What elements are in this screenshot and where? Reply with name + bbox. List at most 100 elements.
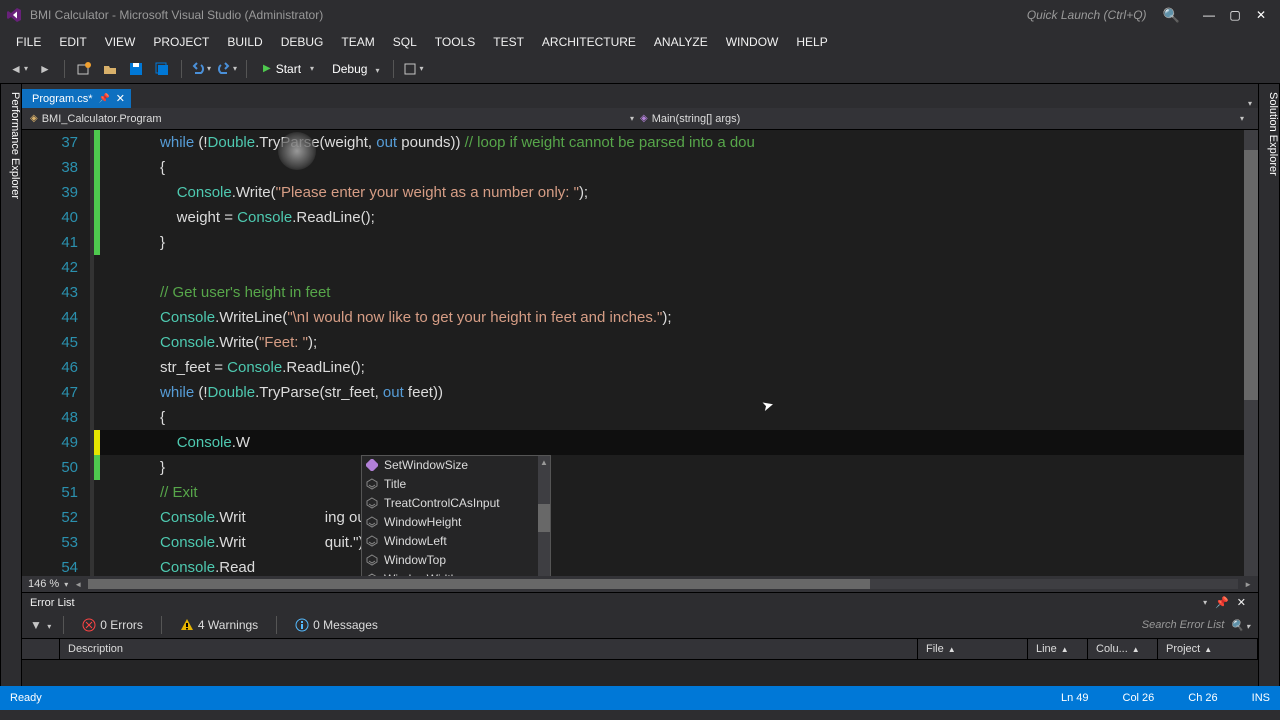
error-list-search-input[interactable]: Search Error List 🔍▾ (1070, 619, 1250, 632)
window-title: BMI Calculator - Microsoft Visual Studio… (30, 8, 1027, 22)
error-col-project[interactable]: Project▲ (1158, 639, 1258, 659)
code-editor[interactable]: 373839404142434445464748495051525354 ➤ w… (22, 130, 1258, 576)
error-col-icon[interactable] (22, 639, 60, 659)
search-icon[interactable]: 🔍 (1163, 7, 1180, 24)
code-line[interactable]: str_feet = Console.ReadLine(); (100, 355, 1244, 380)
error-list-body[interactable] (22, 660, 1258, 686)
zoom-selector[interactable]: 146 % ▾ (28, 578, 68, 590)
mouse-click-indicator-icon (278, 132, 316, 170)
errors-filter-chip[interactable]: 0 Errors (76, 616, 149, 634)
panel-dropdown-button[interactable]: ▾ (1199, 598, 1211, 607)
solution-explorer-tab[interactable]: Solution Explorer (1258, 84, 1280, 686)
messages-filter-chip[interactable]: 0 Messages (289, 616, 384, 634)
code-line[interactable]: Console.Writ ing our program. Please "); (100, 505, 1244, 530)
code-line[interactable]: Console.Write("Feet: "); (100, 330, 1244, 355)
intellisense-popup[interactable]: SetWindowSizeTitleTreatControlCAsInputWi… (361, 455, 551, 576)
code-line[interactable]: { (100, 405, 1244, 430)
menu-file[interactable]: FILE (8, 32, 49, 52)
close-button[interactable]: ✕ (1248, 8, 1274, 22)
menu-help[interactable]: HELP (788, 32, 835, 52)
status-ready: Ready (10, 692, 42, 704)
search-icon: 🔍▾ (1230, 619, 1250, 632)
menu-build[interactable]: BUILD (219, 32, 270, 52)
menu-team[interactable]: TEAM (333, 32, 382, 52)
file-tab-program[interactable]: Program.cs* 📌 ✕ (22, 89, 131, 108)
menu-test[interactable]: TEST (485, 32, 532, 52)
code-body[interactable]: ➤ while (!Double.TryParse(weight, out po… (100, 130, 1244, 576)
menu-debug[interactable]: DEBUG (273, 32, 332, 52)
panel-pin-button[interactable]: 📌 (1211, 596, 1233, 609)
code-line[interactable]: { (100, 155, 1244, 180)
nav-fwd-button[interactable]: ► (34, 58, 56, 80)
menu-sql[interactable]: SQL (385, 32, 425, 52)
intellisense-item[interactable]: Title (362, 475, 550, 494)
intellisense-item[interactable]: WindowLeft (362, 532, 550, 551)
window-titlebar: BMI Calculator - Microsoft Visual Studio… (0, 0, 1280, 30)
code-line[interactable]: // Get user's height in feet (100, 280, 1244, 305)
main-toolbar: ◄▾ ► ▾ ▾ ▶Start▾ Debug▾ ▾ (0, 54, 1280, 84)
hscroll-left-button[interactable]: ◄ (74, 580, 82, 589)
quick-launch-input[interactable]: Quick Launch (Ctrl+Q) (1027, 8, 1147, 22)
code-line[interactable]: Console.WriteLine("\nI would now like to… (100, 305, 1244, 330)
code-line[interactable] (100, 255, 1244, 280)
redo-button[interactable]: ▾ (216, 58, 238, 80)
code-line[interactable]: } (100, 230, 1244, 255)
save-button[interactable] (125, 58, 147, 80)
intellisense-item[interactable]: WindowWidth (362, 570, 550, 576)
undo-button[interactable]: ▾ (190, 58, 212, 80)
menu-project[interactable]: PROJECT (145, 32, 217, 52)
error-list-panel: Error List ▾ 📌 ✕ ▼ ▾ 0 Errors 4 Warnings (22, 592, 1258, 686)
editor-horizontal-scrollbar[interactable] (88, 579, 1238, 589)
intellisense-scrollbar[interactable]: ▲ ▼ (538, 456, 550, 576)
minimize-button[interactable]: — (1196, 8, 1222, 22)
menu-tools[interactable]: TOOLS (427, 32, 483, 52)
warnings-filter-chip[interactable]: 4 Warnings (174, 616, 264, 634)
error-col-file[interactable]: File▲ (918, 639, 1028, 659)
start-debug-button[interactable]: ▶Start▾ (255, 60, 322, 78)
nav-method-selector[interactable]: ◈ Main(string[] args) ▾ (640, 113, 1250, 125)
error-col-description[interactable]: Description (60, 639, 918, 659)
status-ch: Ch 26 (1188, 692, 1217, 704)
code-line[interactable]: while (!Double.TryParse(weight, out poun… (100, 130, 1244, 155)
maximize-button[interactable]: ▢ (1222, 8, 1248, 22)
code-line[interactable]: Console.Write("Please enter your weight … (100, 180, 1244, 205)
tool-extra-button[interactable]: ▾ (402, 58, 424, 80)
status-col: Col 26 (1123, 692, 1155, 704)
code-line[interactable]: weight = Console.ReadLine(); (100, 205, 1244, 230)
intellisense-item[interactable]: WindowHeight (362, 513, 550, 532)
error-col-colu...[interactable]: Colu...▲ (1088, 639, 1158, 659)
code-line[interactable]: while (!Double.TryParse(str_feet, out fe… (100, 380, 1244, 405)
warning-icon (180, 618, 194, 632)
menu-edit[interactable]: EDIT (51, 32, 94, 52)
editor-vertical-scrollbar[interactable] (1244, 130, 1258, 576)
file-tab-pin-icon[interactable]: 📌 (99, 93, 110, 104)
panel-close-button[interactable]: ✕ (1233, 596, 1250, 609)
menu-analyze[interactable]: ANALYZE (646, 32, 716, 52)
property-icon (366, 497, 378, 509)
save-all-button[interactable] (151, 58, 173, 80)
file-tab-close-button[interactable]: ✕ (116, 92, 125, 105)
menu-view[interactable]: VIEW (97, 32, 144, 52)
performance-explorer-tab[interactable]: Performance Explorer (0, 84, 22, 686)
code-line[interactable]: Console.Writ quit."); (100, 530, 1244, 555)
open-button[interactable] (99, 58, 121, 80)
menu-architecture[interactable]: ARCHITECTURE (534, 32, 644, 52)
code-line[interactable]: Console.W (100, 430, 1244, 455)
intellisense-item[interactable]: SetWindowSize (362, 456, 550, 475)
code-line[interactable]: } (100, 455, 1244, 480)
nav-class-selector[interactable]: ◈ BMI_Calculator.Program ▾ (30, 113, 640, 125)
new-project-button[interactable] (73, 58, 95, 80)
hscroll-right-button[interactable]: ► (1244, 580, 1252, 589)
tab-overflow-button[interactable]: ▾ (1248, 99, 1252, 108)
config-selector[interactable]: Debug▾ (326, 60, 385, 78)
intellisense-item[interactable]: TreatControlCAsInput (362, 494, 550, 513)
code-line[interactable]: Console.Read (100, 555, 1244, 576)
error-icon (82, 618, 96, 632)
intellisense-item[interactable]: WindowTop (362, 551, 550, 570)
filter-dropdown-button[interactable]: ▼ ▾ (30, 618, 51, 632)
error-col-line[interactable]: Line▲ (1028, 639, 1088, 659)
status-ins: INS (1252, 692, 1270, 704)
code-line[interactable]: // Exit (100, 480, 1244, 505)
nav-back-button[interactable]: ◄▾ (8, 58, 30, 80)
menu-window[interactable]: WINDOW (718, 32, 787, 52)
